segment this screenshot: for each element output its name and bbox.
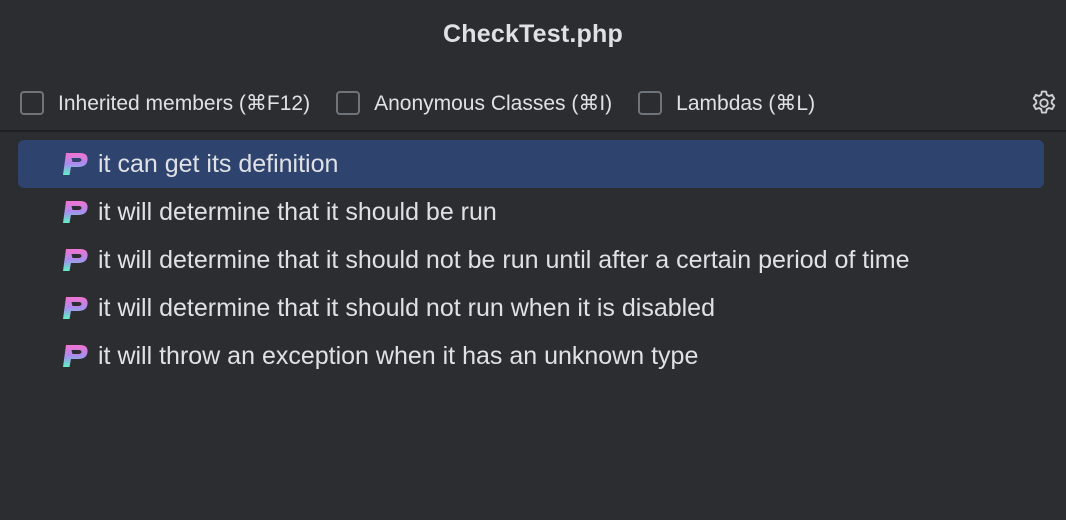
- pest-icon: [63, 153, 88, 175]
- popup-title: CheckTest.php: [443, 20, 623, 48]
- anonymous-classes-checkbox[interactable]: [336, 91, 361, 115]
- lambdas-checkbox[interactable]: [638, 91, 663, 115]
- pest-icon: [63, 297, 88, 319]
- divider: [0, 130, 1066, 132]
- list-item-label: it will determine that it should not be …: [98, 245, 910, 274]
- pest-icon: [63, 249, 88, 271]
- filter-anonymous-classes[interactable]: Anonymous Classes (⌘I): [336, 91, 612, 116]
- pest-icon: [63, 201, 88, 223]
- gear-icon[interactable]: [1029, 88, 1059, 118]
- pest-icon: [63, 345, 88, 367]
- filter-lambdas[interactable]: Lambdas (⌘L): [638, 91, 815, 116]
- list-item[interactable]: it can get its definition: [18, 140, 1044, 188]
- inherited-members-label: Inherited members (⌘F12): [58, 91, 311, 115]
- filter-bar: Inherited members (⌘F12) Anonymous Class…: [20, 86, 1066, 120]
- inherited-members-checkbox[interactable]: [20, 91, 44, 115]
- list-item-label: it will determine that it should be run: [98, 197, 497, 226]
- list-item-label: it can get its definition: [98, 149, 339, 178]
- anonymous-classes-label: Anonymous Classes (⌘I): [374, 91, 613, 115]
- list-item[interactable]: it will determine that it should not be …: [18, 236, 1044, 284]
- lambdas-label: Lambdas (⌘L): [676, 91, 816, 115]
- list-item-label: it will determine that it should not run…: [98, 293, 715, 322]
- filter-inherited-members[interactable]: Inherited members (⌘F12): [20, 91, 310, 116]
- list-item[interactable]: it will throw an exception when it has a…: [18, 332, 1044, 380]
- list-item-label: it will throw an exception when it has a…: [98, 341, 699, 370]
- structure-popup: CheckTest.php Inherited members (⌘F12) A…: [0, 0, 1066, 520]
- list-item[interactable]: it will determine that it should be run: [18, 188, 1044, 236]
- test-list: it can get its definition it will determ…: [18, 140, 1044, 380]
- list-item[interactable]: it will determine that it should not run…: [18, 284, 1044, 332]
